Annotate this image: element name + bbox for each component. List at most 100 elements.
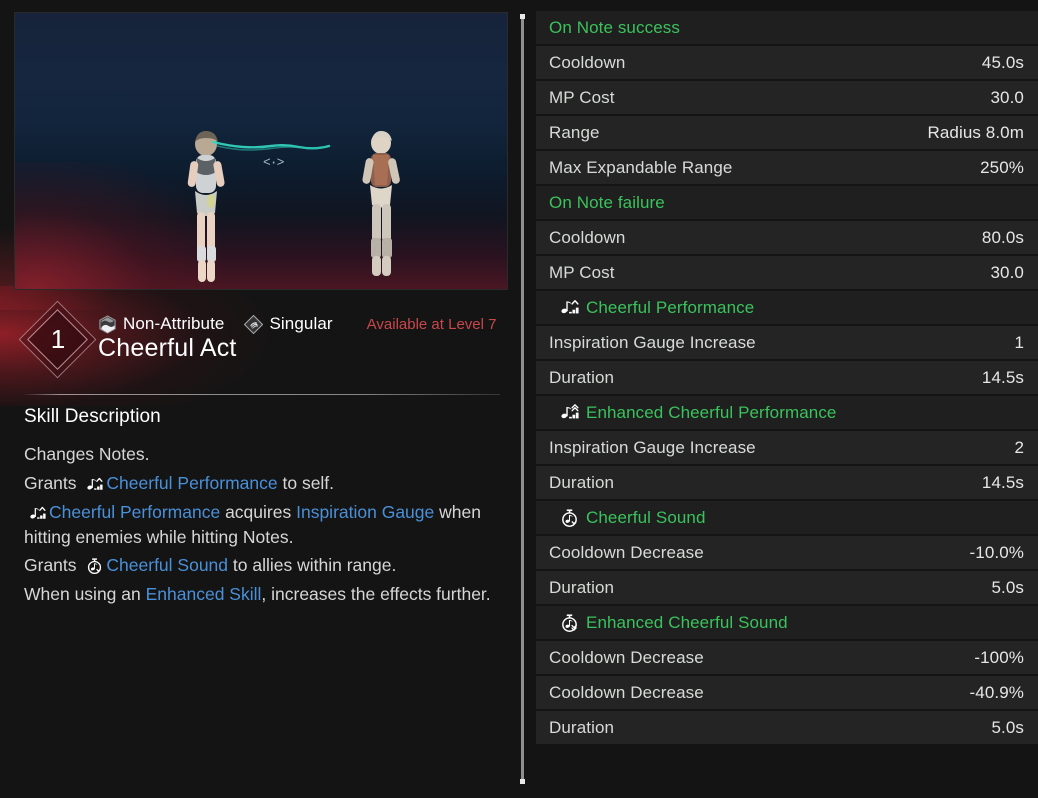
buff-group-label: Enhanced Cheerful Sound [586, 612, 788, 632]
diamond-fist-icon [244, 314, 264, 334]
stopwatch-note-down-icon [560, 508, 579, 527]
stat-label: Cooldown [549, 52, 626, 72]
stat-row: Cooldown 80.0s [536, 220, 1038, 255]
desc-link[interactable]: Cheerful Sound [106, 555, 228, 575]
stat-value: 5.0s [991, 577, 1024, 597]
header-divider [22, 394, 500, 395]
music-note-up-icon [86, 477, 103, 492]
stat-label: Inspiration Gauge Increase [549, 437, 756, 457]
stat-row: Cooldown Decrease -100% [536, 640, 1038, 675]
stat-row: Cooldown 45.0s [536, 45, 1038, 80]
buff-group-header: Enhanced Cheerful Performance [536, 395, 1038, 430]
description-line-5: When using an Enhanced Skill, increases … [24, 582, 494, 607]
music-note-up-icon [29, 506, 46, 521]
stat-row: Inspiration Gauge Increase 2 [536, 430, 1038, 465]
attribute-tag-label: Non-Attribute [123, 314, 225, 333]
stat-row: Duration 5.0s [536, 570, 1038, 605]
stat-row: Range Radius 8.0m [536, 115, 1038, 150]
description-line-4: Grants Cheerful Sound to allies within r… [24, 553, 494, 578]
stat-section-header: On Note success [536, 10, 1038, 45]
stat-label: Duration [549, 577, 615, 597]
stat-label: Cooldown [549, 227, 626, 247]
desc-text: Changes Notes. [24, 444, 150, 464]
stat-label: MP Cost [549, 87, 615, 107]
stat-label: MP Cost [549, 262, 615, 282]
stat-section-label: On Note failure [549, 192, 665, 212]
desc-text: , increases the effects further. [261, 584, 491, 605]
skill-header: 1 Non-Attribute Singular Available at Le… [0, 292, 522, 392]
skill-name: Cheerful Act [98, 334, 237, 362]
desc-text: When using an [24, 584, 141, 605]
character-ally [362, 131, 400, 276]
desc-text: to self. [282, 472, 335, 493]
stat-value: -10.0% [969, 542, 1024, 562]
stat-row: MP Cost 30.0 [536, 255, 1038, 290]
stat-value: 45.0s [981, 52, 1024, 72]
buff-group-label: Enhanced Cheerful Performance [586, 402, 837, 422]
skill-effect-ribbon [211, 140, 331, 151]
skill-level-number: 1 [50, 323, 66, 354]
attribute-tag: Non-Attribute [98, 314, 224, 334]
stat-label: Max Expandable Range [549, 157, 733, 177]
description-line-1: Changes Notes. [24, 442, 494, 467]
skill-detail-window: <·> 1 Non-Attribute Singular Available a… [0, 0, 1038, 798]
skill-description-heading: Skill Description [24, 406, 161, 427]
stat-value: 14.5s [981, 472, 1024, 492]
hexagon-split-icon [99, 314, 116, 334]
stat-value: 30.0 [990, 87, 1024, 107]
stat-value: 250% [980, 157, 1024, 177]
buff-group-header: Cheerful Sound [536, 500, 1038, 535]
skill-stats-panel: On Note success Cooldown 45.0s MP Cost 30.0 R… [536, 0, 1038, 798]
stat-row: Duration 14.5s [536, 360, 1038, 395]
stat-row: Duration 5.0s [536, 710, 1038, 745]
stat-value: Radius 8.0m [927, 122, 1024, 142]
desc-link[interactable]: Cheerful Performance [49, 502, 220, 522]
skill-info-panel: <·> 1 Non-Attribute Singular Available a… [0, 0, 522, 798]
stat-value: -40.9% [969, 682, 1024, 702]
target-reticle: <·> [263, 155, 284, 170]
skill-preview-video[interactable]: <·> [14, 12, 508, 290]
desc-text: acquires [225, 501, 292, 522]
skill-tag-row: Non-Attribute Singular Available at Leve… [98, 312, 496, 336]
stat-row: MP Cost 30.0 [536, 80, 1038, 115]
stat-label: Duration [549, 472, 615, 492]
availability-label: Available at Level 7 [366, 315, 497, 333]
stat-section-label: On Note success [549, 17, 680, 37]
stat-label: Range [549, 122, 600, 142]
stat-value: 1 [1014, 332, 1024, 352]
description-line-2: Grants Cheerful Performance to self. [24, 471, 494, 496]
stat-label: Duration [549, 717, 615, 737]
stat-value: 2 [1014, 437, 1024, 457]
stat-value: 5.0s [991, 717, 1024, 737]
stat-label: Duration [549, 367, 615, 387]
stat-value: -100% [974, 647, 1024, 667]
stat-label: Cooldown Decrease [549, 647, 704, 667]
panel-scrollbar[interactable] [520, 14, 525, 784]
stopwatch-note-down-icon [86, 558, 103, 575]
buff-group-header: Cheerful Performance [536, 290, 1038, 325]
stat-label: Inspiration Gauge Increase [549, 332, 756, 352]
buff-group-header: Enhanced Cheerful Sound [536, 605, 1038, 640]
stat-row: Max Expandable Range 250% [536, 150, 1038, 185]
stat-value: 14.5s [981, 367, 1024, 387]
desc-text: to allies within range. [232, 555, 397, 576]
description-line-3: Cheerful Performance acquires Inspiratio… [24, 500, 494, 550]
stopwatch-note-double-down-icon [560, 613, 579, 632]
desc-text: Grants [24, 555, 77, 576]
desc-text: Grants [24, 472, 77, 493]
desc-link[interactable]: Enhanced Skill [146, 584, 262, 604]
stat-row: Cooldown Decrease -40.9% [536, 675, 1038, 710]
buff-group-label: Cheerful Sound [586, 507, 706, 527]
target-tag: Singular [244, 314, 333, 334]
stat-value: 30.0 [990, 262, 1024, 282]
target-tag-label: Singular [269, 314, 333, 333]
stat-row: Inspiration Gauge Increase 1 [536, 325, 1038, 360]
music-note-up-icon [560, 299, 579, 316]
desc-link[interactable]: Cheerful Performance [106, 473, 277, 493]
desc-link[interactable]: Inspiration Gauge [296, 502, 434, 522]
stat-section-header: On Note failure [536, 185, 1038, 220]
skill-description-block: Skill Description Changes Notes. Grants [24, 406, 494, 611]
stat-row: Duration 14.5s [536, 465, 1038, 500]
stat-label: Cooldown Decrease [549, 682, 704, 702]
stat-value: 80.0s [981, 227, 1024, 247]
